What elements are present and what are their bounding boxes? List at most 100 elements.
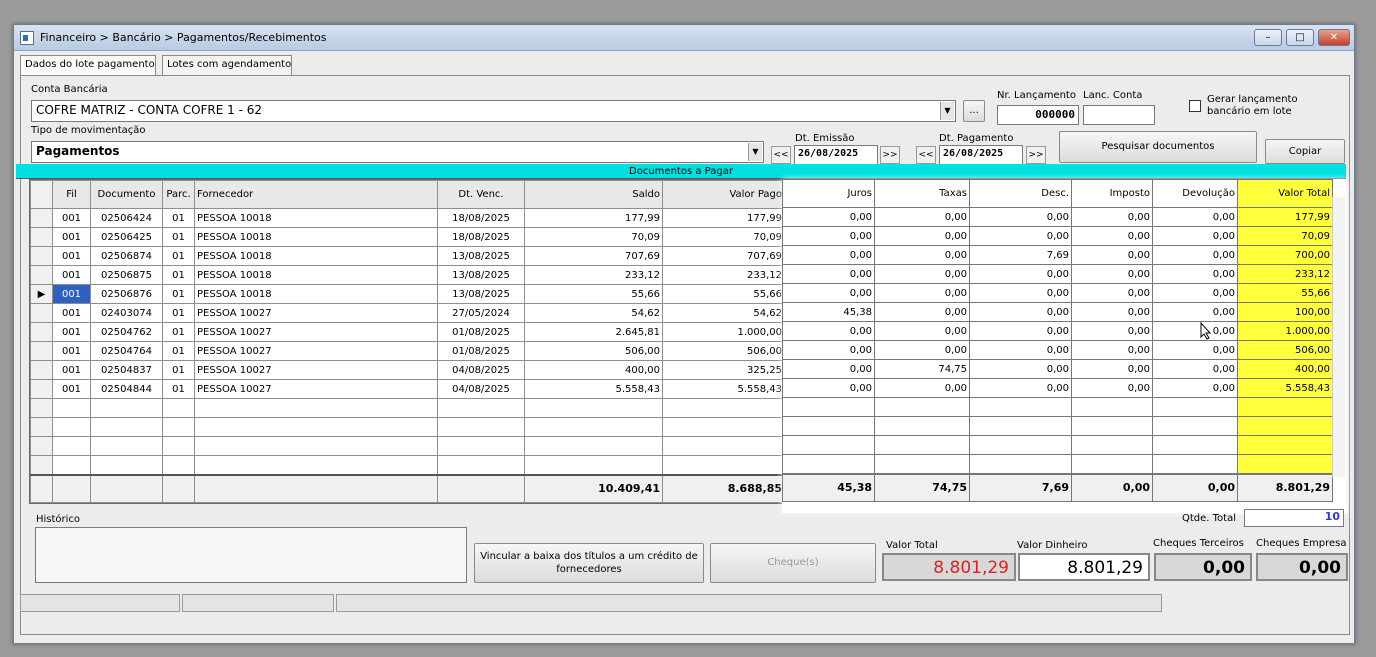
empty-row[interactable]	[30, 398, 785, 418]
cell-juros[interactable]: 0,00	[782, 283, 875, 303]
cell-desc[interactable]: 0,00	[969, 207, 1072, 227]
cell-saldo[interactable]: 506,00	[524, 341, 663, 361]
cell-saldo[interactable]: 70,09	[524, 227, 663, 247]
cell-forn[interactable]: PESSOA 10027	[194, 379, 438, 399]
cell-forn[interactable]: PESSOA 10027	[194, 341, 438, 361]
cell-dev[interactable]: 0,00	[1152, 245, 1238, 265]
tab-dados-lote[interactable]: Dados do lote pagamento	[20, 55, 156, 75]
cell-dev[interactable]: 0,00	[1152, 283, 1238, 303]
cell-dev[interactable]	[1152, 435, 1238, 455]
copiar-button[interactable]: Copiar	[1265, 139, 1345, 164]
cell-juros[interactable]: 45,38	[782, 302, 875, 322]
cell-doc[interactable]	[90, 455, 163, 475]
cell-saldo[interactable]	[524, 398, 663, 418]
cell-forn[interactable]: PESSOA 10027	[194, 322, 438, 342]
cell-desc[interactable]	[969, 416, 1072, 436]
cell-imposto[interactable]	[1071, 435, 1153, 455]
cell-desc[interactable]: 7,69	[969, 245, 1072, 265]
row-indicator[interactable]	[30, 322, 53, 342]
cell-total[interactable]	[1237, 454, 1333, 474]
table-row[interactable]: 001 02506424 01 PESSOA 10018 18/08/2025 177,9…	[30, 208, 785, 228]
cell-doc[interactable]: 02504762	[90, 322, 163, 342]
cell-desc[interactable]: 0,00	[969, 283, 1072, 303]
cell-fil[interactable]	[52, 436, 91, 456]
empty-row[interactable]	[30, 436, 785, 456]
cell-doc[interactable]: 02506425	[90, 227, 163, 247]
cell-pago[interactable]: 233,12	[662, 265, 785, 285]
cell-doc[interactable]: 02506424	[90, 208, 163, 228]
cell-total[interactable]: 177,99	[1237, 207, 1333, 227]
cell-desc[interactable]	[969, 435, 1072, 455]
col-header-saldo[interactable]: Saldo	[524, 180, 663, 209]
cell-total[interactable]: 5.558,43	[1237, 378, 1333, 398]
cell-saldo[interactable]: 54,62	[524, 303, 663, 323]
empty-row[interactable]	[782, 435, 1333, 455]
col-header-desc[interactable]: Desc.	[969, 179, 1072, 208]
cell-fil[interactable]: 001	[52, 322, 91, 342]
cell-taxas[interactable]: 0,00	[874, 264, 970, 284]
table-row[interactable]: 0,00 74,75 0,00 0,00 0,00 400,00	[782, 359, 1333, 379]
cell-imposto[interactable]: 0,00	[1071, 340, 1153, 360]
historico-textarea[interactable]	[35, 527, 467, 583]
cell-saldo[interactable]: 5.558,43	[524, 379, 663, 399]
row-indicator[interactable]	[30, 208, 53, 228]
cell-forn[interactable]: PESSOA 10018	[194, 246, 438, 266]
cell-dev[interactable]: 0,00	[1152, 264, 1238, 284]
cell-dev[interactable]	[1152, 416, 1238, 436]
cell-pago[interactable]: 707,69	[662, 246, 785, 266]
cell-pago[interactable]: 506,00	[662, 341, 785, 361]
cell-taxas[interactable]: 0,00	[874, 207, 970, 227]
cell-doc[interactable]: 02506874	[90, 246, 163, 266]
cell-juros[interactable]: 0,00	[782, 207, 875, 227]
conta-bancaria-select[interactable]: COFRE MATRIZ - CONTA COFRE 1 - 62 ▼	[31, 100, 956, 122]
cell-parc[interactable]: 01	[162, 284, 195, 304]
maximize-button[interactable]: □	[1286, 29, 1314, 46]
cell-doc[interactable]: 02504764	[90, 341, 163, 361]
cell-venc[interactable]: 01/08/2025	[437, 341, 525, 361]
table-row[interactable]: 0,00 0,00 0,00 0,00 0,00 1.000,00	[782, 321, 1333, 341]
cell-venc[interactable]: 18/08/2025	[437, 208, 525, 228]
cell-parc[interactable]	[162, 436, 195, 456]
cell-juros[interactable]	[782, 435, 875, 455]
cell-taxas[interactable]	[874, 397, 970, 417]
close-button[interactable]: ✕	[1318, 29, 1350, 46]
cell-taxas[interactable]: 0,00	[874, 340, 970, 360]
cell-fil[interactable]: 001	[52, 208, 91, 228]
cell-imposto[interactable]: 0,00	[1071, 283, 1153, 303]
minimize-button[interactable]: –	[1254, 29, 1282, 46]
cell-dev[interactable]: 0,00	[1152, 378, 1238, 398]
cell-dev[interactable]: 0,00	[1152, 207, 1238, 227]
row-indicator[interactable]	[30, 455, 53, 475]
row-indicator[interactable]	[30, 398, 53, 418]
emissao-prev-button[interactable]: <<	[771, 146, 791, 164]
cell-taxas[interactable]: 0,00	[874, 378, 970, 398]
cell-total[interactable]: 506,00	[1237, 340, 1333, 360]
tipo-mov-select[interactable]: Pagamentos ▼	[31, 141, 764, 163]
table-row[interactable]: 001 02504764 01 PESSOA 10027 01/08/2025 506,0…	[30, 341, 785, 361]
cell-total[interactable]	[1237, 416, 1333, 436]
cell-venc[interactable]: 27/05/2024	[437, 303, 525, 323]
table-row[interactable]: 0,00 0,00 0,00 0,00 0,00 55,66	[782, 283, 1333, 303]
cell-venc[interactable]: 13/08/2025	[437, 284, 525, 304]
pagamento-next-button[interactable]: >>	[1026, 146, 1046, 164]
cell-forn[interactable]	[194, 436, 438, 456]
row-indicator[interactable]	[30, 417, 53, 437]
row-indicator[interactable]	[30, 246, 53, 266]
cell-parc[interactable]: 01	[162, 379, 195, 399]
col-header-devolucao[interactable]: Devolução	[1152, 179, 1238, 208]
row-indicator[interactable]	[30, 227, 53, 247]
cell-forn[interactable]: PESSOA 10018	[194, 265, 438, 285]
cell-juros[interactable]	[782, 416, 875, 436]
col-header-fil[interactable]: Fil	[52, 180, 91, 209]
cell-desc[interactable]: 0,00	[969, 378, 1072, 398]
cell-venc[interactable]	[437, 455, 525, 475]
cell-venc[interactable]: 01/08/2025	[437, 322, 525, 342]
cell-imposto[interactable]	[1071, 416, 1153, 436]
cell-doc[interactable]: 02504844	[90, 379, 163, 399]
gerar-lote-checkbox[interactable]	[1189, 100, 1201, 112]
cell-saldo[interactable]: 2.645,81	[524, 322, 663, 342]
table-row[interactable]: 001 02403074 01 PESSOA 10027 27/05/2024 54,62…	[30, 303, 785, 323]
table-row[interactable]: 001 02504844 01 PESSOA 10027 04/08/2025 5.558…	[30, 379, 785, 399]
cell-doc[interactable]	[90, 436, 163, 456]
cell-desc[interactable]	[969, 397, 1072, 417]
